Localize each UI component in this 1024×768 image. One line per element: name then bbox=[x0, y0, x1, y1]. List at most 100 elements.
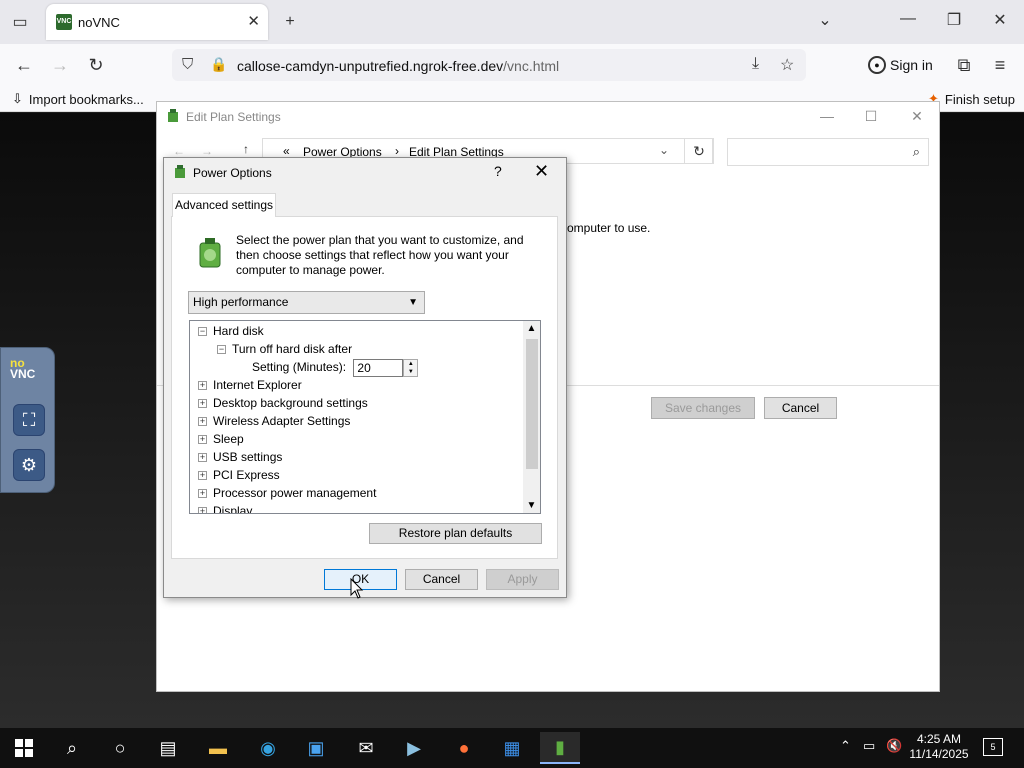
tree-item-label: Turn off hard disk after bbox=[232, 342, 353, 356]
dialog-title: Power Options bbox=[193, 166, 272, 180]
expand-icon[interactable]: + bbox=[198, 435, 207, 445]
lock-icon[interactable]: 🔒 bbox=[210, 56, 227, 73]
minutes-input[interactable]: 20 bbox=[353, 358, 404, 377]
save-changes-button[interactable]: Save changes bbox=[651, 397, 755, 419]
expand-icon[interactable]: + bbox=[198, 471, 207, 481]
expand-icon[interactable]: + bbox=[198, 381, 207, 391]
tree-item-label: USB settings bbox=[213, 450, 283, 464]
save-page-icon[interactable]: ⤓ bbox=[752, 55, 759, 73]
reload-icon[interactable]: ↻ bbox=[84, 53, 108, 77]
maximize-icon[interactable]: ☐ bbox=[861, 108, 881, 125]
network-icon[interactable]: ▭ bbox=[863, 738, 875, 754]
task-view-icon[interactable]: ▤ bbox=[148, 732, 188, 764]
tree-item-label: Sleep bbox=[213, 432, 244, 446]
address-bar[interactable]: ⛉ 🔒 callose-camdyn-unputrefied.ngrok-fre… bbox=[172, 49, 806, 81]
minimize-icon[interactable]: — bbox=[817, 108, 837, 124]
nav-back-icon[interactable]: ← bbox=[173, 144, 185, 158]
tab-advanced-settings[interactable]: Advanced settings bbox=[172, 193, 276, 217]
tree-scrollbar[interactable]: ▲ ▼ bbox=[523, 321, 540, 513]
clock-time: 4:25 AM bbox=[916, 732, 962, 746]
tab-overflow-chevron-icon[interactable]: ⌄ bbox=[813, 10, 837, 30]
cortana-icon[interactable]: ○ bbox=[100, 732, 140, 764]
tree-item-wireless-adapter[interactable]: + Wireless Adapter Settings bbox=[198, 412, 350, 430]
forward-arrow-icon[interactable]: → bbox=[48, 53, 72, 77]
window-restore-icon[interactable]: ❐ bbox=[942, 10, 966, 30]
tree-item-sleep[interactable]: + Sleep bbox=[198, 430, 244, 448]
mail-icon[interactable]: ✉ bbox=[346, 732, 386, 764]
dialog-cancel-button[interactable]: Cancel bbox=[405, 569, 478, 590]
tree-item-usb-settings[interactable]: + USB settings bbox=[198, 448, 282, 466]
settings-tree[interactable]: − Hard disk − Turn off hard disk after Set… bbox=[189, 320, 541, 514]
expand-icon[interactable]: + bbox=[198, 507, 207, 513]
media-player-icon[interactable]: ▶ bbox=[394, 732, 434, 764]
import-bookmarks-link[interactable]: ⇩ Import bookmarks... bbox=[12, 91, 144, 107]
address-dropdown-icon[interactable]: ⌄ bbox=[659, 143, 669, 157]
volume-muted-icon[interactable]: 🔇 bbox=[886, 738, 902, 754]
plan-select[interactable]: High performance ▼ bbox=[188, 291, 425, 314]
scroll-up-icon[interactable]: ▲ bbox=[523, 323, 540, 334]
collapse-icon[interactable]: − bbox=[217, 345, 226, 355]
address-root-chevron[interactable]: « bbox=[283, 144, 290, 158]
cancel-button[interactable]: Cancel bbox=[764, 397, 837, 419]
dialog-close-button[interactable]: ✕ bbox=[534, 161, 549, 182]
system-clock[interactable]: 4:25 AM 11/14/2025 bbox=[906, 732, 972, 762]
sign-in-button[interactable]: ● Sign in bbox=[868, 52, 944, 78]
scroll-thumb[interactable] bbox=[526, 339, 538, 469]
expand-icon[interactable]: + bbox=[198, 489, 207, 499]
restore-plan-defaults-button[interactable]: Restore plan defaults bbox=[369, 523, 542, 544]
edge-icon[interactable]: ◉ bbox=[248, 732, 288, 764]
finish-setup-link[interactable]: ✦ Finish setup bbox=[928, 91, 1015, 107]
close-icon[interactable]: ✕ bbox=[907, 108, 927, 125]
url-text[interactable]: callose-camdyn-unputrefied.ngrok-free.de… bbox=[237, 58, 559, 74]
minutes-stepper[interactable]: ▲ ▼ bbox=[403, 358, 419, 377]
setting-minutes-label: Setting (Minutes): bbox=[252, 360, 347, 374]
tab-close-icon[interactable]: ✕ bbox=[247, 12, 260, 30]
apply-button[interactable]: Apply bbox=[486, 569, 559, 590]
tree-item-label: Desktop background settings bbox=[213, 396, 368, 410]
refresh-icon[interactable]: ↻ bbox=[684, 138, 714, 164]
fullscreen-icon[interactable]: ⛶ bbox=[13, 404, 45, 436]
tree-item-display[interactable]: + Display bbox=[198, 502, 252, 513]
help-button[interactable]: ? bbox=[494, 163, 502, 179]
expand-icon[interactable]: + bbox=[198, 453, 207, 463]
tree-item-desktop-background[interactable]: + Desktop background settings bbox=[198, 394, 368, 412]
settings-gear-icon[interactable]: ⚙ bbox=[13, 449, 45, 481]
store-icon[interactable]: ▣ bbox=[296, 732, 336, 764]
account-icon: ● bbox=[868, 56, 886, 74]
window-close-icon[interactable]: ✕ bbox=[988, 10, 1012, 30]
app-menu-icon[interactable]: ≡ bbox=[988, 53, 1012, 77]
tree-item-turn-off-hard-disk[interactable]: − Turn off hard disk after bbox=[217, 340, 352, 358]
intro-text: Select the power plan that you want to c… bbox=[236, 233, 524, 277]
tree-item-pci-express[interactable]: + PCI Express bbox=[198, 466, 280, 484]
extensions-icon[interactable]: ⧉ bbox=[952, 53, 976, 77]
tab-novnc[interactable]: VNC noVNC ✕ bbox=[46, 4, 268, 40]
sign-in-label: Sign in bbox=[890, 57, 933, 73]
window-minimize-icon[interactable]: — bbox=[896, 10, 920, 28]
bookmark-star-icon[interactable]: ☆ bbox=[780, 55, 794, 75]
search-icon[interactable]: ⌕ bbox=[52, 732, 92, 764]
start-windows-icon[interactable] bbox=[4, 732, 44, 764]
expand-icon[interactable]: + bbox=[198, 417, 207, 427]
tracking-shield-icon[interactable]: ⛉ bbox=[182, 56, 193, 73]
notification-center-icon[interactable]: 5 bbox=[983, 738, 1003, 756]
tree-item-label: PCI Express bbox=[213, 468, 280, 482]
tree-item-processor-power[interactable]: + Processor power management bbox=[198, 484, 376, 502]
tab-title: noVNC bbox=[78, 15, 120, 30]
file-explorer-icon[interactable]: ▬ bbox=[198, 732, 238, 764]
nav-up-icon[interactable]: ↑ bbox=[243, 142, 249, 156]
scroll-down-icon[interactable]: ▼ bbox=[523, 500, 540, 511]
tree-item-hard-disk[interactable]: − Hard disk bbox=[198, 322, 264, 340]
back-arrow-icon[interactable]: ← bbox=[12, 53, 36, 77]
nav-forward-icon[interactable]: → bbox=[201, 144, 213, 158]
control-panel-icon[interactable]: ▦ bbox=[492, 732, 532, 764]
tree-item-internet-explorer[interactable]: + Internet Explorer bbox=[198, 376, 302, 394]
expand-icon[interactable]: + bbox=[198, 399, 207, 409]
new-tab-button[interactable]: + bbox=[278, 10, 302, 34]
show-hidden-icons-chevron-icon[interactable]: ⌃ bbox=[840, 738, 851, 754]
collapse-icon[interactable]: − bbox=[198, 327, 207, 337]
firefox-icon[interactable]: ● bbox=[444, 732, 484, 764]
control-panel-search-input[interactable]: ⌕ bbox=[727, 138, 929, 166]
tab-list-icon[interactable]: ▭ bbox=[8, 10, 32, 34]
power-options-taskbar-icon[interactable]: ▮ bbox=[540, 732, 580, 764]
chevron-down-icon: ▼ bbox=[408, 297, 418, 308]
